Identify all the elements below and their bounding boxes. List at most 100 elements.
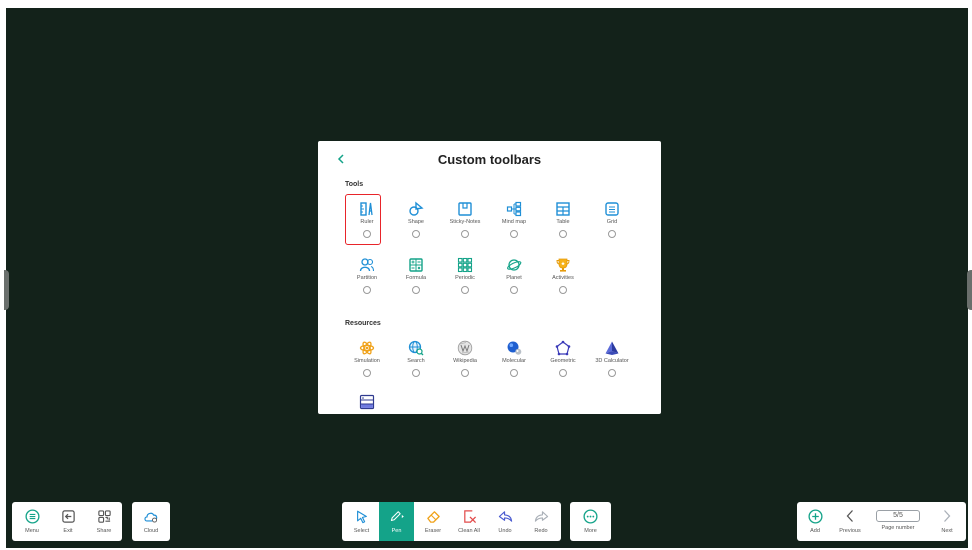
tool-sticky-notes-radio[interactable]: [461, 230, 469, 238]
tool-partition[interactable]: Partition: [345, 255, 389, 305]
resource-geometric[interactable]: Geometric: [541, 338, 585, 388]
chevron-right-icon: [944, 510, 951, 522]
clear-page-icon: [463, 509, 476, 523]
eraser-button[interactable]: Eraser: [416, 502, 450, 541]
left-edge-handle[interactable]: [4, 270, 9, 310]
previous-label: Previous: [839, 528, 861, 534]
tool-activities-radio[interactable]: [559, 286, 567, 294]
redo-button[interactable]: Redo: [524, 502, 558, 541]
table-icon: [556, 202, 570, 216]
resource-extra[interactable]: [345, 392, 389, 414]
add-page-button[interactable]: Add: [799, 502, 831, 541]
partition-icon: [359, 258, 375, 272]
right-edge-handle[interactable]: [967, 270, 972, 310]
tool-table[interactable]: Table: [541, 199, 585, 249]
wikipedia-icon: [457, 340, 473, 356]
pen-label: Pen: [391, 528, 402, 534]
clean-all-button[interactable]: Clean All: [452, 502, 486, 541]
tool-label: Activities: [552, 275, 574, 281]
trophy-icon: [556, 258, 570, 272]
tool-activities[interactable]: Activities: [541, 255, 585, 305]
resource-wikipedia-radio[interactable]: [461, 369, 469, 377]
redo-label: Redo: [534, 528, 548, 534]
share-button[interactable]: Share: [87, 502, 121, 541]
menu-icon: [24, 508, 40, 524]
tool-shape[interactable]: Shape: [394, 199, 438, 249]
resource-label: Search: [407, 358, 425, 364]
chevron-left-icon: [846, 510, 853, 522]
cloud-button[interactable]: Cloud: [134, 502, 168, 541]
sticky-notes-icon: [458, 202, 472, 216]
more-button[interactable]: More: [573, 502, 608, 541]
tool-ruler-radio[interactable]: [363, 230, 371, 238]
select-label: Select: [353, 528, 370, 534]
tool-label: Ruler: [360, 219, 374, 225]
undo-label: Undo: [498, 528, 512, 534]
tool-grid[interactable]: Grid: [590, 199, 634, 249]
tool-grid-radio[interactable]: [608, 230, 616, 238]
pen-icon: [390, 510, 404, 521]
resource-search[interactable]: Search: [394, 338, 438, 388]
globe-search-icon: [408, 340, 424, 356]
next-page-button[interactable]: Next: [930, 502, 964, 541]
next-label: Next: [941, 528, 953, 534]
dialog-title: Custom toolbars: [437, 152, 542, 167]
add-label: Add: [810, 528, 820, 534]
tool-label: Formula: [405, 275, 427, 281]
grid-icon: [605, 202, 619, 216]
eraser-icon: [426, 510, 440, 523]
resource-wikipedia[interactable]: Wikipedia: [443, 338, 487, 388]
cursor-icon: [356, 510, 367, 523]
atom-icon: [359, 341, 375, 355]
resource-search-radio[interactable]: [412, 369, 420, 377]
undo-icon: [498, 510, 512, 522]
share-label: Share: [96, 528, 112, 534]
tool-periodic[interactable]: Periodic: [443, 255, 487, 305]
tool-formula-radio[interactable]: [412, 286, 420, 294]
redo-icon: [534, 510, 548, 522]
tool-mind-map-radio[interactable]: [510, 230, 518, 238]
tool-table-radio[interactable]: [559, 230, 567, 238]
resource-label: Wikipedia: [453, 358, 477, 364]
tool-label: Periodic: [455, 275, 475, 281]
exit-button[interactable]: Exit: [51, 502, 85, 541]
exit-label: Exit: [63, 528, 73, 534]
tool-mind-map[interactable]: Mind map: [492, 199, 536, 249]
mind-map-icon: [506, 201, 522, 217]
resource-geometric-radio[interactable]: [559, 369, 567, 377]
resource-3d-calculator-radio[interactable]: [608, 369, 616, 377]
add-icon: [807, 508, 823, 524]
resource-molecular-radio[interactable]: [510, 369, 518, 377]
resource-3d-calculator[interactable]: 3D Calculator: [590, 338, 634, 388]
pen-button[interactable]: Pen: [379, 502, 414, 541]
page-number-control[interactable]: 5/5 Page number: [872, 502, 924, 541]
ruler-icon: [360, 202, 373, 216]
tool-periodic-radio[interactable]: [461, 286, 469, 294]
tool-label: Table: [556, 219, 570, 225]
cloud-label: Cloud: [143, 528, 159, 534]
tool-sticky-notes[interactable]: Sticky-Notes: [443, 199, 487, 249]
tool-label: Mind map: [501, 219, 527, 225]
eraser-label: Eraser: [424, 528, 442, 534]
tool-shape-radio[interactable]: [412, 230, 420, 238]
previous-page-button[interactable]: Previous: [833, 502, 867, 541]
tool-planet-radio[interactable]: [510, 286, 518, 294]
cloud-toolbar: Cloud: [132, 502, 170, 541]
select-button[interactable]: Select: [345, 502, 378, 541]
resource-simulation[interactable]: Simulation: [345, 338, 389, 388]
more-icon: [583, 508, 598, 524]
more-toolbar: More: [570, 502, 611, 541]
menu-label: Menu: [25, 528, 39, 534]
tool-ruler[interactable]: Ruler: [345, 199, 389, 249]
resource-simulation-radio[interactable]: [363, 369, 371, 377]
page-number-field[interactable]: 5/5: [876, 510, 920, 522]
tool-label: Grid: [606, 219, 618, 225]
resource-molecular[interactable]: Molecular: [492, 338, 536, 388]
tool-planet[interactable]: Planet: [492, 255, 536, 305]
menu-button[interactable]: Menu: [15, 502, 49, 541]
undo-button[interactable]: Undo: [488, 502, 522, 541]
resource-label: Geometric: [550, 358, 576, 364]
tool-partition-radio[interactable]: [363, 286, 371, 294]
molecule-icon: [507, 341, 522, 355]
tool-formula[interactable]: Formula: [394, 255, 438, 305]
